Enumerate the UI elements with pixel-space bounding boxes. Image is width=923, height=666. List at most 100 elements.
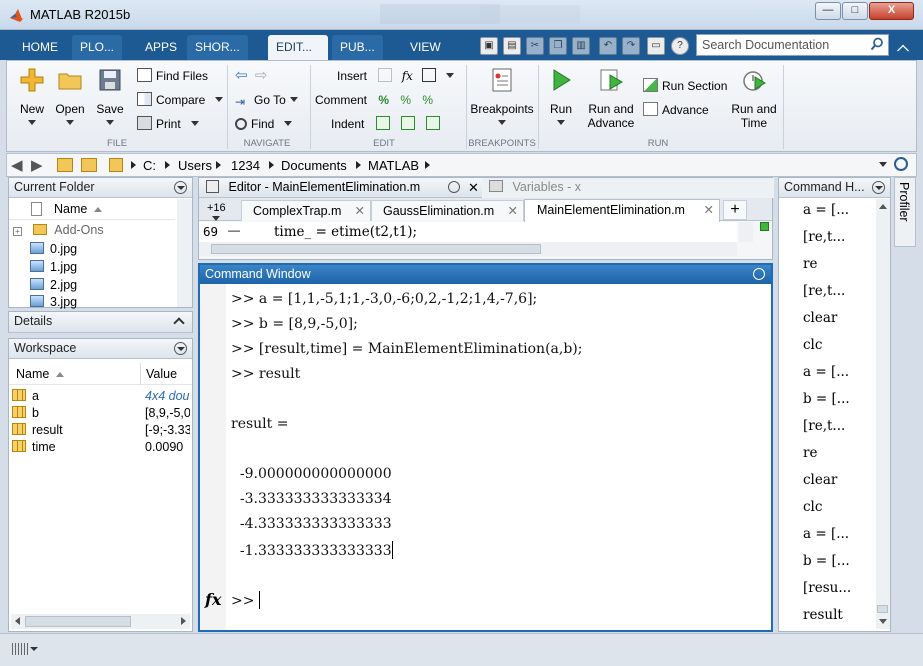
- history-item[interactable]: clear: [803, 310, 837, 326]
- history-item[interactable]: a = [...: [803, 202, 849, 218]
- tab-home[interactable]: HOME: [14, 35, 66, 60]
- undo-icon[interactable]: ↶: [599, 37, 617, 55]
- print-button[interactable]: Print: [137, 115, 199, 133]
- scroll-thumb[interactable]: [877, 605, 888, 613]
- command-window-menu-icon[interactable]: [753, 268, 765, 280]
- copy-icon[interactable]: ❐: [549, 37, 567, 55]
- workspace-hscrollbar[interactable]: [11, 614, 190, 629]
- close-editor-icon[interactable]: ✕: [468, 178, 479, 197]
- history-scrollbar[interactable]: [876, 199, 890, 629]
- name-column-header[interactable]: Name: [54, 202, 87, 216]
- history-item[interactable]: clear: [803, 472, 837, 488]
- column-divider[interactable]: [140, 363, 141, 385]
- redo-icon[interactable]: ↷: [622, 37, 640, 55]
- search-icon[interactable]: [870, 37, 884, 51]
- breakpoints-button[interactable]: Breakpoints: [470, 67, 534, 130]
- scroll-down-icon[interactable]: [879, 619, 887, 624]
- editor-menu-icon[interactable]: [448, 181, 460, 193]
- find-button[interactable]: Find: [235, 115, 293, 133]
- expand-icon[interactable]: +: [13, 227, 22, 236]
- history-item[interactable]: b = [...: [803, 391, 850, 407]
- workspace-row[interactable]: b [8,9,-5,0]: [12, 406, 190, 420]
- indent-button[interactable]: Indent: [331, 115, 441, 133]
- value-column-header[interactable]: Value: [146, 367, 177, 381]
- collapse-ribbon-icon[interactable]: [897, 44, 909, 57]
- up-folder-icon[interactable]: [57, 158, 73, 172]
- history-item[interactable]: [re,t...: [803, 283, 845, 299]
- cut-icon[interactable]: ✂: [526, 37, 544, 55]
- path-search-icon[interactable]: [894, 157, 908, 171]
- path-crumb-matlab[interactable]: MATLAB: [368, 158, 419, 173]
- close-tab-icon[interactable]: ✕: [508, 201, 518, 221]
- variables-tab[interactable]: Variables - x: [482, 178, 774, 198]
- advance-button[interactable]: Advance: [643, 101, 709, 119]
- run-and-advance-button[interactable]: Run and Advance: [585, 67, 637, 130]
- back-nav-button[interactable]: ⇦ ⇨: [235, 67, 268, 85]
- tab-overflow-dropdown-icon[interactable]: [212, 216, 220, 221]
- workspace-row[interactable]: a 4x4 dou: [12, 389, 190, 403]
- save-button[interactable]: Save: [93, 67, 127, 130]
- history-item[interactable]: result: [803, 607, 843, 623]
- path-crumb-documents[interactable]: Documents: [281, 158, 347, 173]
- compare-button[interactable]: Compare: [137, 91, 224, 109]
- scroll-thumb[interactable]: [211, 244, 541, 254]
- editor-vscrollbar[interactable]: [739, 222, 753, 242]
- fx-function-browser-icon[interactable]: fx: [205, 590, 221, 609]
- tab-shortcuts[interactable]: SHOR...: [187, 35, 248, 60]
- comment-button[interactable]: Comment % % %: [315, 91, 433, 109]
- run-and-time-button[interactable]: Run and Time: [729, 67, 779, 130]
- maximize-button[interactable]: □: [842, 2, 868, 20]
- go-to-button[interactable]: ⇥ Go To: [235, 91, 298, 109]
- history-item[interactable]: re: [803, 445, 817, 461]
- panel-menu-icon[interactable]: [174, 342, 187, 355]
- history-item[interactable]: a = [...: [803, 364, 849, 380]
- file-tab-gausselimination[interactable]: GaussElimination.m ✕: [371, 200, 524, 221]
- switch-windows-icon[interactable]: ▭: [647, 37, 665, 55]
- collapse-chevron-icon[interactable]: [173, 317, 185, 329]
- search-documentation-input[interactable]: Search Documentation: [696, 34, 889, 56]
- back-icon[interactable]: ◀: [11, 156, 23, 174]
- paste-icon[interactable]: ▥: [572, 37, 590, 55]
- workspace-row[interactable]: result [-9;-3.33: [12, 423, 190, 437]
- folder-scrollbar[interactable]: [177, 199, 192, 307]
- history-item[interactable]: [resu...: [803, 580, 851, 596]
- forward-icon[interactable]: ▶: [31, 156, 43, 174]
- insert-button[interactable]: Insert fx: [337, 67, 454, 85]
- panel-menu-icon[interactable]: [872, 181, 885, 194]
- tab-view[interactable]: VIEW: [402, 35, 449, 60]
- workspace-row[interactable]: time 0.0090: [12, 440, 190, 454]
- save-icon[interactable]: ▤: [503, 37, 521, 55]
- close-button[interactable]: X: [869, 2, 914, 20]
- history-item[interactable]: clc: [803, 499, 822, 515]
- minimize-button[interactable]: —: [815, 2, 841, 20]
- scroll-right-icon[interactable]: [181, 617, 186, 625]
- editor-title-tab[interactable]: Editor - MainElementElimination.m ✕: [199, 178, 482, 198]
- profiler-side-tab[interactable]: Profiler: [894, 177, 916, 247]
- new-script-icon[interactable]: ▣: [480, 37, 498, 55]
- file-item[interactable]: 2.jpg: [30, 278, 77, 292]
- file-item[interactable]: 1.jpg: [30, 260, 77, 274]
- panel-menu-icon[interactable]: [174, 181, 187, 194]
- new-button[interactable]: New: [15, 67, 49, 130]
- tab-publish[interactable]: PUB...: [332, 35, 383, 60]
- history-item[interactable]: re: [803, 256, 817, 272]
- run-button[interactable]: Run: [543, 67, 579, 130]
- find-files-button[interactable]: Find Files: [137, 67, 208, 85]
- history-item[interactable]: b = [...: [803, 553, 850, 569]
- path-crumb-user[interactable]: 1234: [231, 158, 260, 173]
- editor-hscrollbar[interactable]: [199, 242, 737, 256]
- file-tab-complextrap[interactable]: ComplexTrap.m ✕: [241, 200, 371, 221]
- path-dropdown-icon[interactable]: [879, 162, 887, 167]
- status-dropdown-icon[interactable]: [30, 647, 38, 651]
- help-icon[interactable]: ?: [671, 37, 689, 55]
- file-item[interactable]: 0.jpg: [30, 242, 77, 256]
- history-item[interactable]: [re,t...: [803, 418, 845, 434]
- scroll-up-icon[interactable]: [879, 204, 887, 209]
- history-item[interactable]: [re,t...: [803, 229, 845, 245]
- browse-folder-icon[interactable]: [81, 158, 97, 172]
- new-tab-button[interactable]: +: [723, 200, 747, 220]
- scroll-left-icon[interactable]: [15, 617, 20, 625]
- file-item[interactable]: 3.jpg: [30, 295, 77, 309]
- path-crumb-users[interactable]: Users: [178, 158, 212, 173]
- code-area[interactable]: 69 — time_ = etime(t2,t1);: [199, 222, 737, 242]
